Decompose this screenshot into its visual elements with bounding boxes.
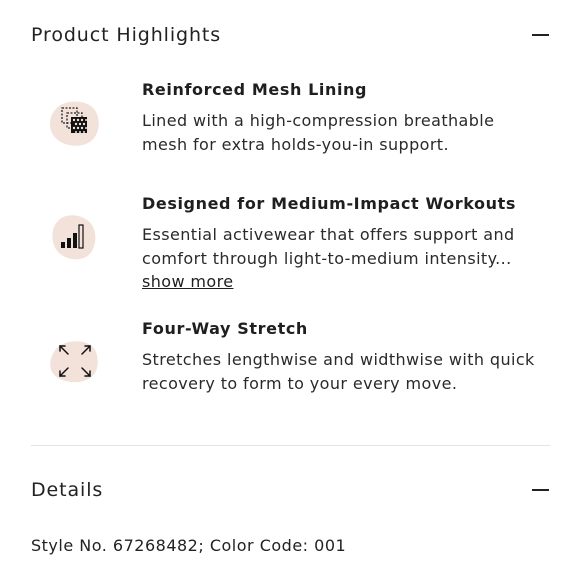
feature-description-line: mesh for extra holds-you-in support.	[142, 134, 449, 154]
collapse-minus-icon[interactable]	[532, 34, 549, 36]
feature-description-line: recovery to form to your every move.	[142, 373, 458, 393]
details-title: Details	[31, 479, 104, 501]
signal-bars-icon	[46, 209, 102, 265]
product-highlights-header[interactable]: Product Highlights	[31, 20, 550, 50]
collapse-minus-icon[interactable]	[532, 489, 549, 491]
four-way-stretch-icon	[46, 334, 102, 390]
feature-description-line: Essential activewear that offers support…	[142, 225, 515, 244]
feature-description-line: Stretches lengthwise and widthwise with …	[142, 350, 535, 369]
feature-description: Lined with a high-compression breathable…	[142, 109, 556, 156]
show-more-link[interactable]: show more	[142, 270, 233, 294]
feature-description: Stretches lengthwise and widthwise with …	[142, 348, 556, 395]
product-highlights-title: Product Highlights	[31, 24, 222, 46]
feature-title: Designed for Medium-Impact Workouts	[142, 194, 516, 213]
details-header[interactable]: Details	[31, 475, 550, 505]
style-number-text: Style No. 67268482; Color Code: 001	[31, 536, 347, 555]
feature-title: Four-Way Stretch	[142, 319, 308, 338]
feature-description-line: comfort through light-to-medium intensit…	[142, 248, 512, 268]
feature-medium-impact: Designed for Medium-Impact Workouts Esse…	[142, 193, 556, 294]
section-divider	[31, 445, 550, 446]
mesh-lining-icon	[46, 95, 102, 151]
feature-description-line: Lined with a high-compression breathable	[142, 111, 495, 130]
feature-reinforced-mesh: Reinforced Mesh Lining Lined with a high…	[142, 79, 556, 156]
feature-four-way-stretch: Four-Way Stretch Stretches lengthwise an…	[142, 318, 556, 395]
feature-title: Reinforced Mesh Lining	[142, 80, 368, 99]
feature-description: Essential activewear that offers support…	[142, 223, 556, 294]
